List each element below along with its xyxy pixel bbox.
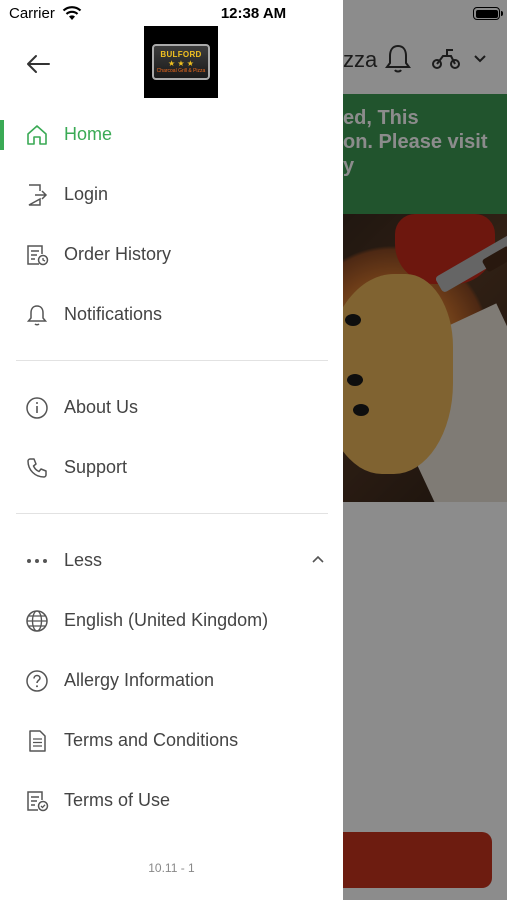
divider <box>16 513 328 514</box>
globe-icon <box>24 608 50 634</box>
menu-item-support[interactable]: Support <box>0 439 343 495</box>
clock: 12:38 AM <box>220 5 287 22</box>
document-check-icon <box>24 788 50 814</box>
bell-icon <box>24 302 50 328</box>
app-version: 10.11 - 1 <box>148 861 195 875</box>
menu-label-about-us: About Us <box>64 396 139 417</box>
menu-item-terms-of-use[interactable]: Terms of Use <box>0 772 343 828</box>
menu-item-home[interactable]: Home <box>0 106 343 162</box>
logo-name: BULFORD <box>160 50 202 59</box>
login-icon <box>24 182 50 208</box>
menu-item-notifications[interactable]: Notifications <box>0 286 343 342</box>
menu-label-language: English (United Kingdom) <box>64 609 269 630</box>
menu-label-allergy: Allergy Information <box>64 669 215 690</box>
menu-item-less[interactable]: Less <box>0 532 343 588</box>
back-button[interactable] <box>22 48 54 80</box>
info-icon <box>24 395 50 421</box>
menu-item-about-us[interactable]: About Us <box>0 379 343 435</box>
help-circle-icon <box>24 668 50 694</box>
menu-label-less: Less <box>64 549 103 570</box>
menu-label-notifications: Notifications <box>64 303 163 324</box>
divider <box>16 360 328 361</box>
menu-label-order-history: Order History <box>64 243 172 264</box>
order-history-icon <box>24 242 50 268</box>
menu-label-home: Home <box>64 123 113 144</box>
more-dots-icon <box>24 548 50 574</box>
menu-label-support: Support <box>64 456 128 477</box>
restaurant-logo: BULFORD ★ ★ ★ Charcoal Grill & Pizza <box>144 26 218 98</box>
navigation-drawer: BULFORD ★ ★ ★ Charcoal Grill & Pizza Hom… <box>0 0 343 900</box>
chevron-up-icon <box>312 555 324 563</box>
phone-icon <box>24 455 50 481</box>
battery-icon <box>473 7 503 20</box>
menu-label-login: Login <box>64 183 109 204</box>
arrow-left-icon <box>27 55 50 73</box>
document-icon <box>24 728 50 754</box>
logo-stars: ★ ★ ★ <box>168 59 194 68</box>
menu-item-order-history[interactable]: Order History <box>0 226 343 282</box>
menu-item-allergy[interactable]: Allergy Information <box>0 652 343 708</box>
menu-item-login[interactable]: Login <box>0 166 343 222</box>
menu-item-language[interactable]: English (United Kingdom) <box>0 592 343 648</box>
home-icon <box>24 122 50 148</box>
menu-item-terms-conditions[interactable]: Terms and Conditions <box>0 712 343 768</box>
status-bar: Carrier 12:38 AM <box>0 0 507 28</box>
drawer-header: BULFORD ★ ★ ★ Charcoal Grill & Pizza <box>0 26 343 102</box>
menu-label-terms-of-use: Terms of Use <box>64 789 171 810</box>
menu-label-terms-conditions: Terms and Conditions <box>64 729 239 750</box>
logo-subtitle: Charcoal Grill & Pizza <box>156 68 206 74</box>
